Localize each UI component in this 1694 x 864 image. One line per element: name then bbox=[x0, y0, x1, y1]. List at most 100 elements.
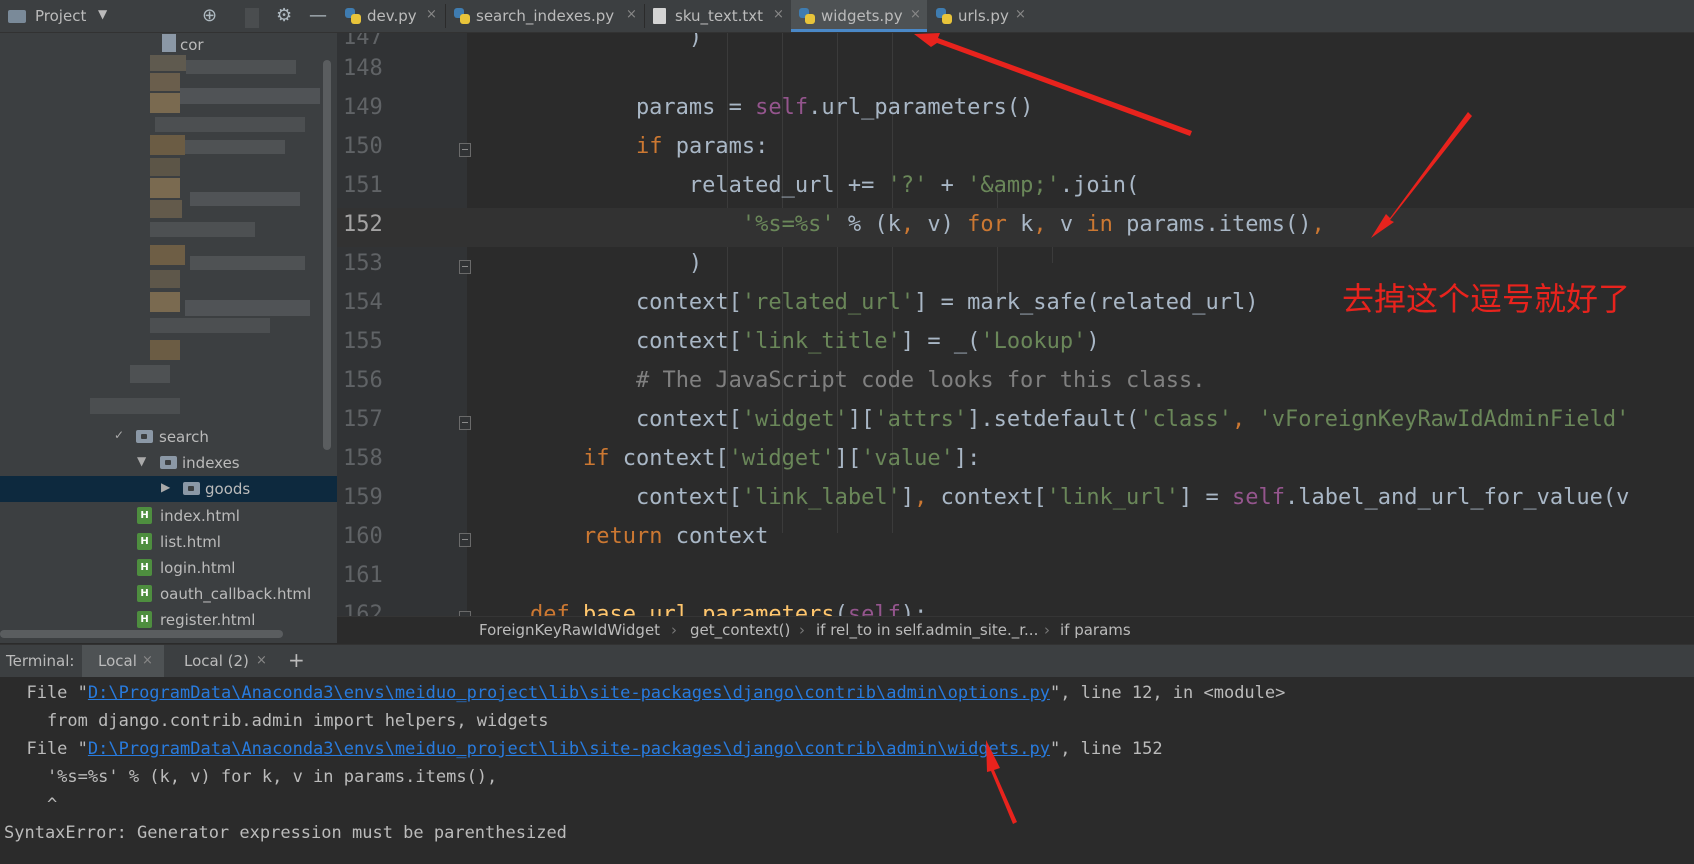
line-number: 147 bbox=[343, 33, 383, 50]
project-title[interactable]: Project bbox=[35, 7, 86, 25]
html-file-icon: H bbox=[137, 611, 152, 628]
line-number: 159 bbox=[343, 485, 383, 510]
close-icon[interactable]: × bbox=[142, 653, 153, 668]
tab-label: sku_text.txt bbox=[675, 7, 764, 25]
code-text: params = self.url_parameters() bbox=[477, 95, 1034, 120]
fold-marker-icon[interactable] bbox=[459, 416, 471, 430]
terminal-line: File "D:\ProgramData\Anaconda3\envs\meid… bbox=[6, 683, 1286, 703]
breadcrumb-item[interactable]: ForeignKeyRawIdWidget bbox=[479, 621, 660, 639]
html-file-icon: H bbox=[137, 585, 152, 602]
line-number: 160 bbox=[343, 524, 383, 549]
python-file-icon bbox=[936, 8, 952, 24]
breadcrumb-item[interactable]: if rel_to in self.admin_site._r... bbox=[816, 621, 1038, 639]
tree-item-login-html[interactable]: H login.html bbox=[0, 555, 337, 581]
line-number: 148 bbox=[343, 56, 383, 81]
project-scrollbar[interactable] bbox=[323, 60, 331, 450]
tree-item-label: goods bbox=[205, 480, 251, 498]
tree-item-goods[interactable]: ▶ goods bbox=[0, 476, 337, 502]
terminal-line: '%s=%s' % (k, v) for k, v in params.item… bbox=[6, 767, 498, 787]
file-path-link[interactable]: D:\ProgramData\Anaconda3\envs\meiduo_pro… bbox=[88, 739, 1050, 759]
code-text: # The JavaScript code looks for this cla… bbox=[635, 368, 1206, 393]
tab-widgets-py[interactable]: widgets.py × bbox=[791, 0, 927, 32]
close-icon[interactable]: × bbox=[910, 7, 921, 22]
breadcrumb-item[interactable]: get_context() bbox=[690, 621, 790, 639]
minimize-icon[interactable]: — bbox=[309, 5, 327, 26]
tab-search-indexes-py[interactable]: search_indexes.py × bbox=[446, 0, 643, 32]
line-number: 156 bbox=[343, 368, 383, 393]
fold-marker-icon[interactable] bbox=[459, 533, 471, 547]
code-text: ) bbox=[477, 251, 703, 276]
tab-terminal-local-2[interactable]: Local (2) × bbox=[168, 645, 278, 677]
code-text: return context bbox=[582, 524, 769, 549]
code-line: 157 context['widget']['attrs'].setdefaul… bbox=[337, 403, 1694, 442]
code-text: if params: bbox=[635, 134, 769, 159]
terminal-tab-bar: Terminal: Local × Local (2) × + bbox=[0, 644, 1694, 677]
terminal-output[interactable]: File "D:\ProgramData\Anaconda3\envs\meid… bbox=[0, 677, 1694, 864]
locate-icon[interactable]: ⊕ bbox=[202, 5, 217, 26]
html-file-icon: H bbox=[137, 559, 152, 576]
tab-urls-py[interactable]: urls.py × bbox=[928, 0, 1038, 32]
tree-item-indexes[interactable]: ▼ indexes bbox=[0, 450, 337, 476]
code-text: context['link_label'], context['link_url… bbox=[477, 485, 1630, 510]
folder-icon bbox=[183, 482, 200, 495]
tab-label: widgets.py bbox=[821, 7, 903, 25]
tab-label: urls.py bbox=[958, 7, 1009, 25]
file-path-link[interactable]: D:\ProgramData\Anaconda3\envs\meiduo_pro… bbox=[88, 683, 1050, 703]
chevron-down-icon[interactable]: ▼ bbox=[137, 454, 146, 468]
breadcrumb-item[interactable]: if params bbox=[1060, 621, 1131, 639]
project-header: Project ▼ ⊕ ⚙ — bbox=[0, 0, 337, 33]
code-line: 149 params = self.url_parameters() bbox=[337, 91, 1694, 130]
project-horizontal-scrollbar[interactable] bbox=[0, 630, 283, 638]
tree-item-index-html[interactable]: H index.html bbox=[0, 503, 337, 529]
line-number: 162 bbox=[343, 602, 383, 616]
close-icon[interactable]: × bbox=[1015, 7, 1026, 22]
tree-item-label: register.html bbox=[160, 611, 256, 629]
tab-label: search_indexes.py bbox=[476, 7, 615, 25]
line-number: 149 bbox=[343, 95, 383, 120]
code-line: 161 bbox=[337, 559, 1694, 598]
line-number: 161 bbox=[343, 563, 383, 588]
code-text: ) bbox=[477, 33, 703, 50]
code-line-current: 152 '%s=%s' % (k, v) for k, v in params.… bbox=[337, 208, 1694, 247]
code-text: '%s=%s' % (k, v) for k, v in params.item… bbox=[741, 212, 1325, 237]
plus-icon: + bbox=[288, 648, 305, 672]
close-icon[interactable]: × bbox=[426, 7, 437, 22]
code-line: 150 if params: bbox=[337, 130, 1694, 169]
add-terminal-button[interactable]: + bbox=[284, 645, 312, 677]
html-file-icon: H bbox=[137, 507, 152, 524]
tree-item-label: login.html bbox=[160, 559, 236, 577]
close-icon[interactable]: × bbox=[773, 7, 784, 22]
close-icon[interactable]: × bbox=[256, 653, 267, 668]
tree-item-list-html[interactable]: H list.html bbox=[0, 529, 337, 555]
folder-icon bbox=[136, 430, 153, 443]
terminal-label: Terminal: bbox=[0, 645, 80, 677]
code-editor[interactable]: 147 ) 148 149 params = self.url_paramete… bbox=[337, 33, 1694, 616]
code-line: 156 # The JavaScript code looks for this… bbox=[337, 364, 1694, 403]
code-line: 151 related_url += '?' + '&amp;'.join( bbox=[337, 169, 1694, 208]
gear-icon[interactable]: ⚙ bbox=[276, 5, 292, 26]
tab-terminal-local[interactable]: Local × bbox=[82, 645, 164, 677]
chevron-right-icon[interactable]: ▶ bbox=[161, 480, 170, 494]
chevron-down-icon[interactable]: ▼ bbox=[98, 7, 107, 21]
code-line: 158 if context['widget']['value']: bbox=[337, 442, 1694, 481]
tab-dev-py[interactable]: dev.py × bbox=[337, 0, 444, 32]
terminal-line: File "D:\ProgramData\Anaconda3\envs\meid… bbox=[6, 739, 1163, 759]
tree-item-oauth-callback-html[interactable]: H oauth_callback.html bbox=[0, 581, 337, 607]
code-text: context['related_url'] = mark_safe(relat… bbox=[477, 290, 1259, 315]
tab-sku-text-txt[interactable]: sku_text.txt × bbox=[645, 0, 790, 32]
line-number: 152 bbox=[343, 212, 383, 237]
fold-marker-icon[interactable] bbox=[459, 260, 471, 274]
close-icon[interactable]: × bbox=[626, 7, 637, 22]
line-number: 150 bbox=[343, 134, 383, 159]
tree-item-label: indexes bbox=[182, 454, 240, 472]
code-line: 162 def base_url_parameters(self): bbox=[337, 598, 1694, 616]
code-text: context['link_title'] = _('Lookup') bbox=[477, 329, 1100, 354]
partial-tree-label: cor bbox=[180, 36, 204, 54]
fold-marker-icon[interactable] bbox=[459, 143, 471, 157]
terminal-error-line: SyntaxError: Generator expression must b… bbox=[4, 823, 567, 843]
tree-item-search[interactable]: ✓ search bbox=[0, 424, 337, 450]
annotation-note: 去掉这个逗号就好了 bbox=[1342, 280, 1631, 318]
project-panel: Project ▼ ⊕ ⚙ — cor ✓ search ▼ indexes ▶… bbox=[0, 0, 337, 643]
terminal-tab-label: Local bbox=[98, 652, 137, 670]
breadcrumb: ForeignKeyRawIdWidget › get_context() › … bbox=[337, 616, 1694, 644]
